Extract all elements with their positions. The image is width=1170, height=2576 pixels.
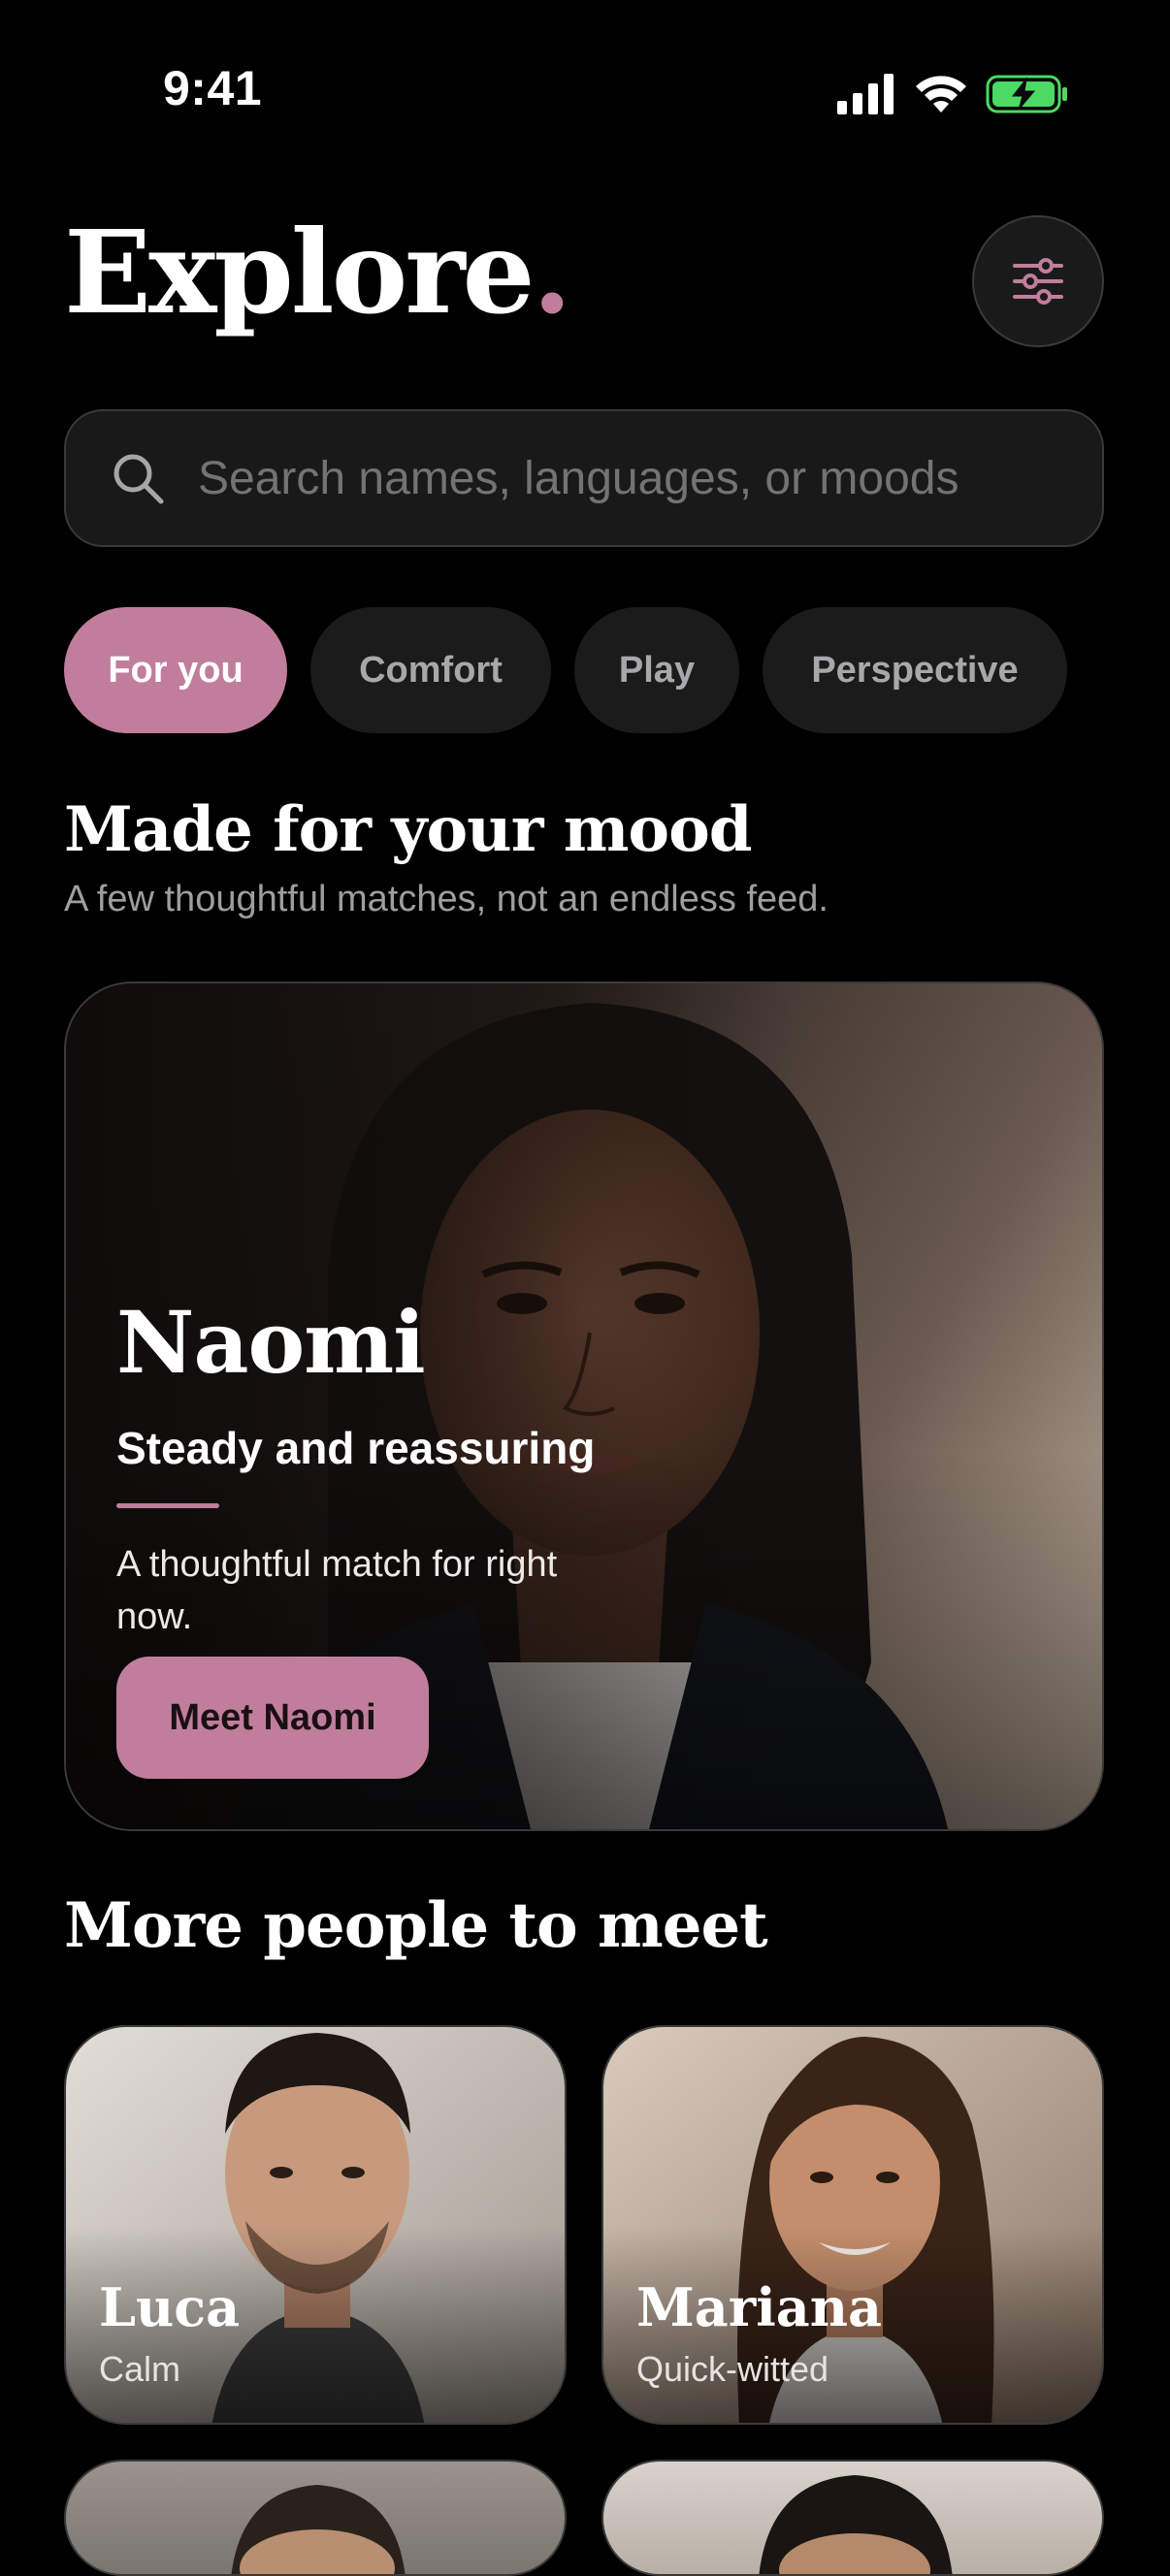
chip-play[interactable]: Play xyxy=(574,607,739,733)
filter-button[interactable] xyxy=(972,215,1104,347)
featured-name: Naomi xyxy=(116,1292,426,1393)
person-portrait-next-right xyxy=(759,2475,953,2574)
person-card-next-left[interactable] xyxy=(64,2460,567,2576)
featured-blurb: A thoughtful match for right now. xyxy=(116,1544,558,1637)
page-title: Explore. xyxy=(64,215,572,330)
sliders-icon xyxy=(1013,258,1063,305)
person-name-luca: Luca xyxy=(99,2276,241,2338)
meet-naomi-button[interactable]: Meet Naomi xyxy=(116,1657,429,1779)
chip-comfort[interactable]: Comfort xyxy=(310,607,551,733)
wifi-icon xyxy=(916,76,966,113)
more-heading: More people to meet xyxy=(64,1889,768,1962)
chip-for-you[interactable]: For you xyxy=(64,607,287,733)
featured-subheading: A few thoughtful matches, not an endless… xyxy=(64,879,829,919)
search-field[interactable] xyxy=(64,409,1104,547)
featured-divider xyxy=(116,1503,219,1508)
person-mood-mariana: Quick-witted xyxy=(636,2349,829,2389)
cellular-signal-icon xyxy=(837,74,894,114)
status-time: 9:41 xyxy=(163,61,263,115)
person-card-next-right[interactable] xyxy=(601,2460,1104,2576)
page-title-text: Explore xyxy=(64,205,536,339)
battery-charging-icon xyxy=(986,75,1067,113)
featured-heading: Made for your mood xyxy=(64,793,753,866)
person-name-mariana: Mariana xyxy=(636,2276,882,2338)
search-icon xyxy=(114,454,164,504)
person-portrait-next-left xyxy=(231,2485,406,2574)
featured-tagline: Steady and reassuring xyxy=(116,1423,596,1473)
person-mood-luca: Calm xyxy=(99,2349,181,2389)
page-title-dot: . xyxy=(532,205,572,339)
chip-perspective[interactable]: Perspective xyxy=(763,607,1067,733)
search-input[interactable] xyxy=(196,450,1073,506)
